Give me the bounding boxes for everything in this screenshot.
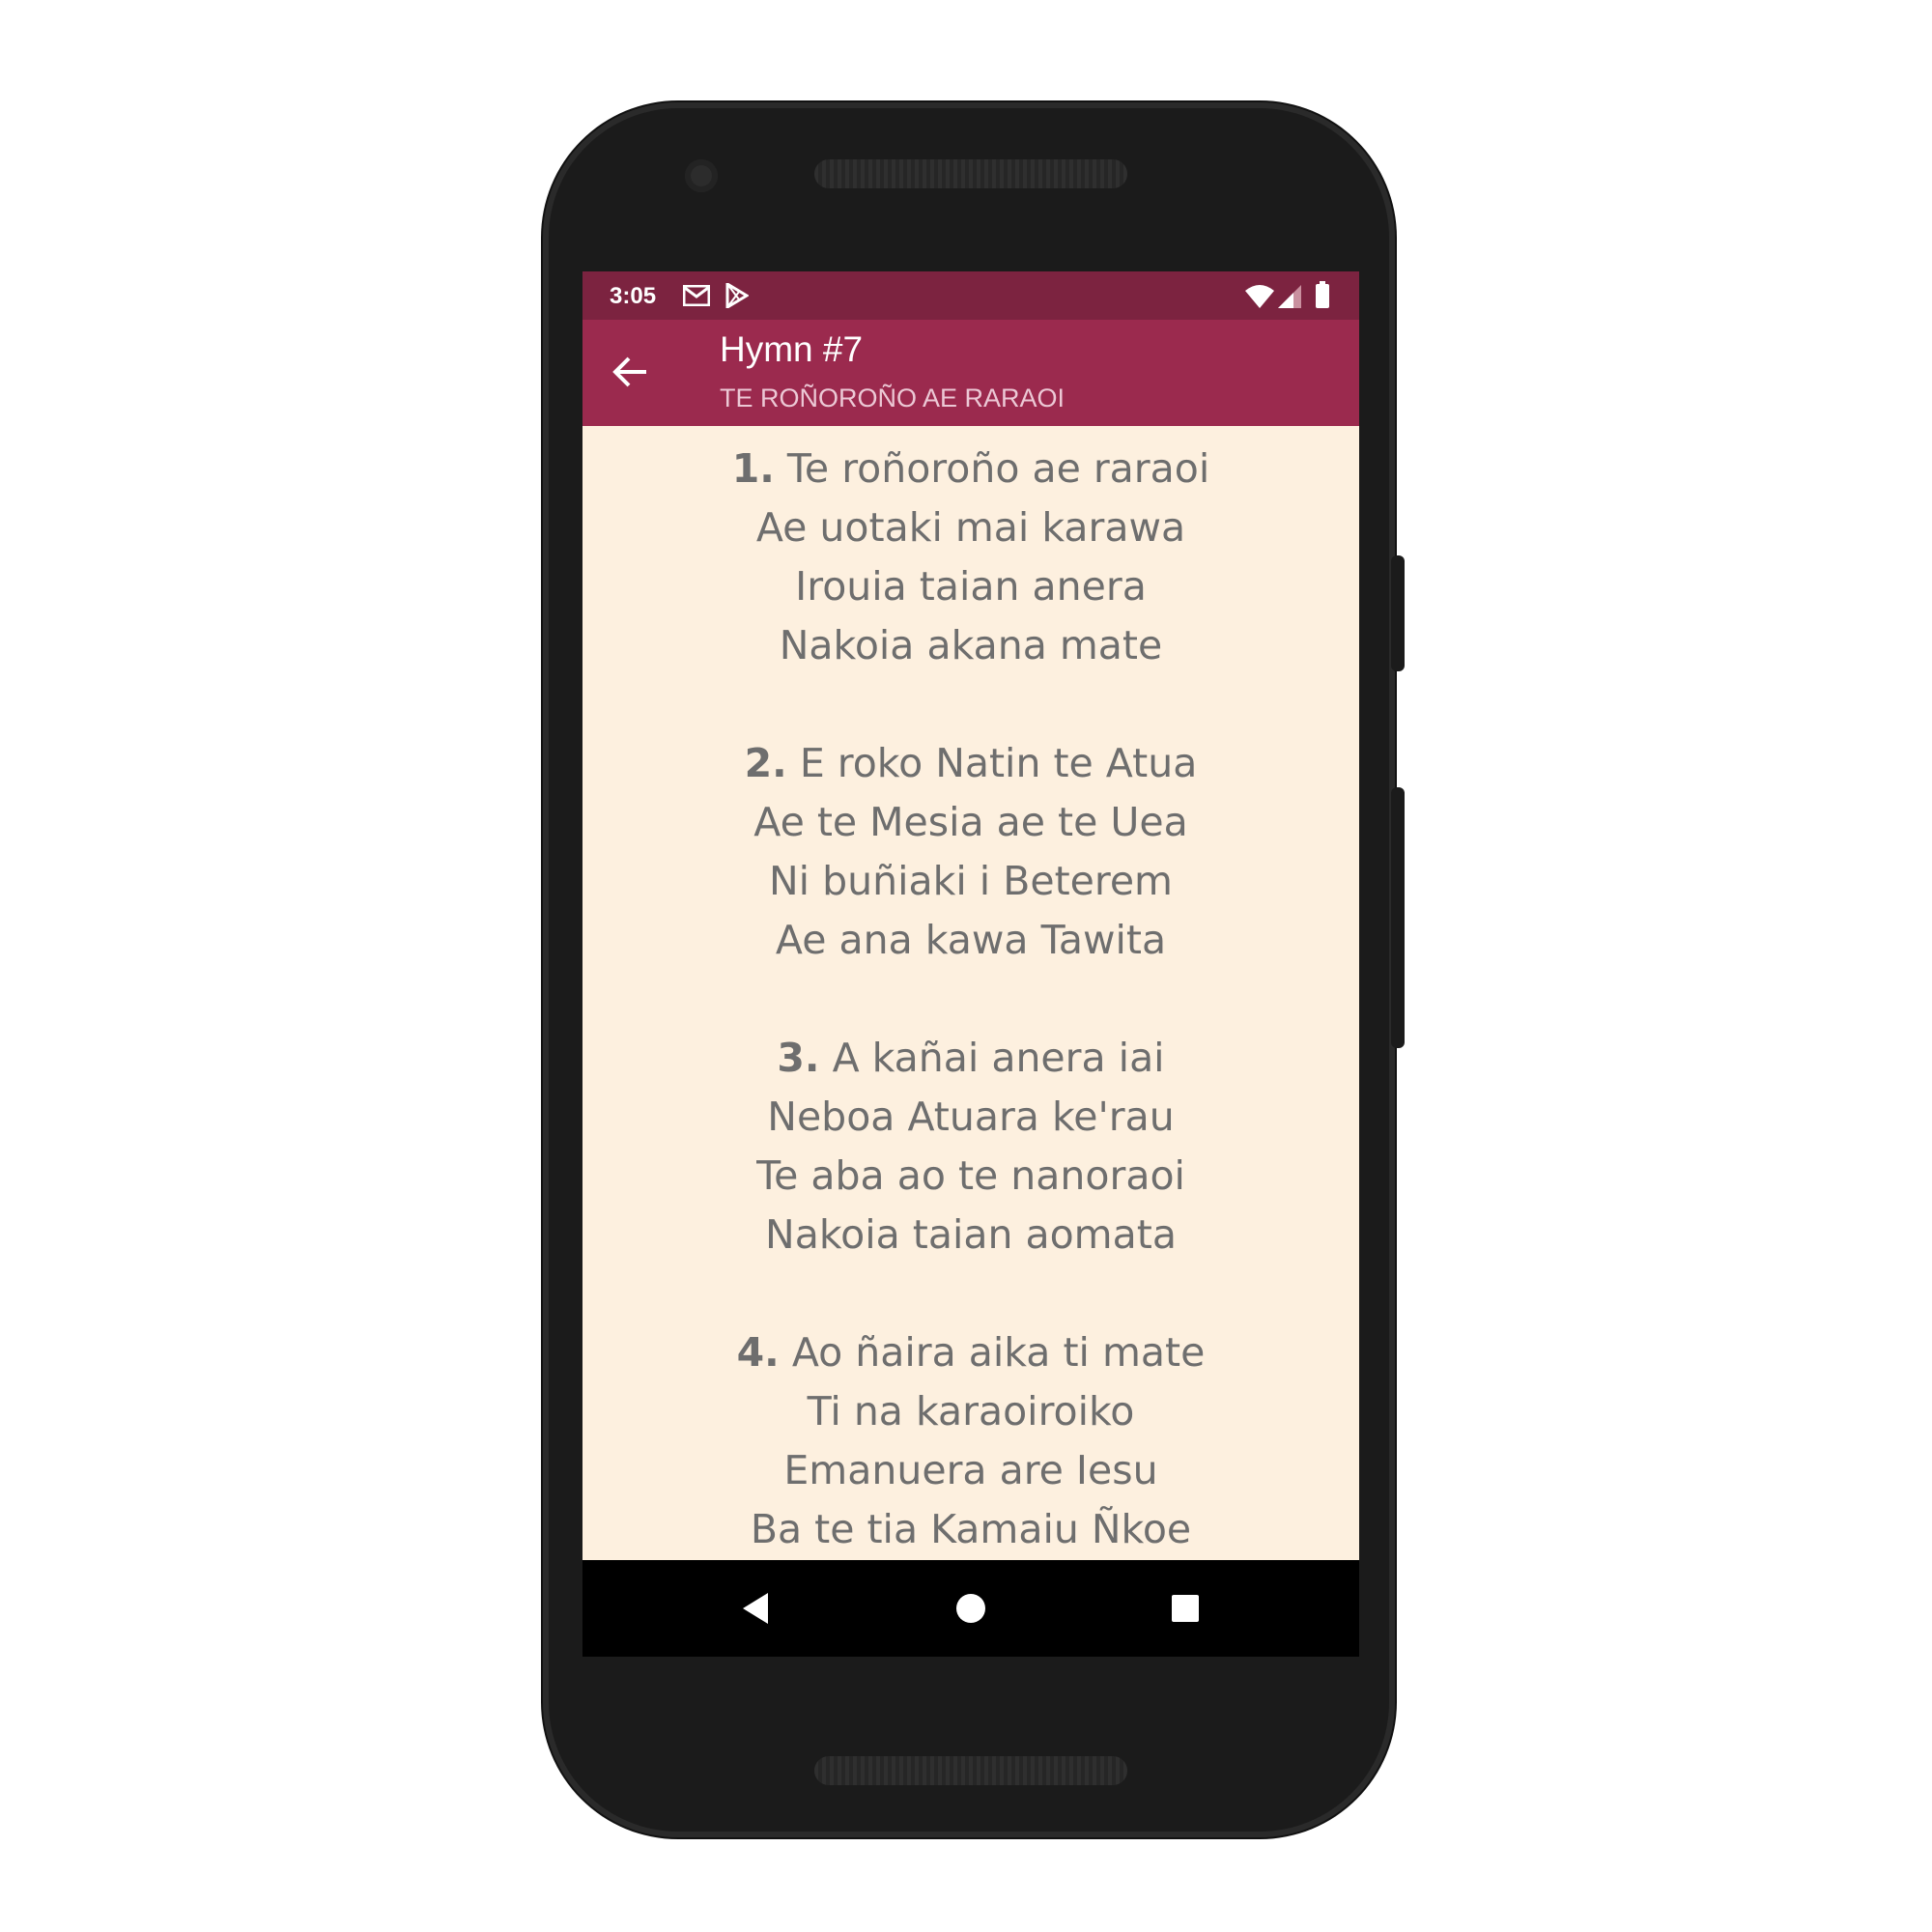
navigation-bar <box>582 1560 1359 1657</box>
verse-number: 3. <box>777 1035 820 1081</box>
status-bar: 3:05 <box>582 271 1359 320</box>
bottom-speaker <box>814 1756 1127 1785</box>
verse-line: Ae te Mesia ae te Uea <box>753 799 1188 845</box>
verse-2: 2. E roko Natin te Atua Ae te Mesia ae t… <box>582 734 1359 970</box>
verse-number: 2. <box>744 740 787 786</box>
back-triangle-icon[interactable] <box>737 1589 776 1628</box>
verse-line: Irouia taian anera <box>795 563 1147 610</box>
verse-line: Emanuera are Iesu <box>783 1447 1158 1493</box>
play-store-icon <box>725 283 749 308</box>
volume-rocker <box>1391 787 1405 1048</box>
app-bar: Hymn #7 TE ROÑOROÑO AE RARAOI <box>582 320 1359 426</box>
verse-line: Neboa Atuara ke'rau <box>767 1094 1175 1140</box>
verse-4: 4. Ao ñaira aika ti mate Ti na karaoiroi… <box>582 1323 1359 1559</box>
battery-icon <box>1316 281 1329 308</box>
status-time: 3:05 <box>610 283 657 309</box>
front-camera <box>685 159 718 192</box>
verse-number: 4. <box>736 1329 780 1376</box>
verse-line: Ni buñiaki i Beterem <box>769 858 1173 904</box>
verse-line-text: E roko Natin te Atua <box>799 740 1198 786</box>
verse-line: Ti na karaoiroiko <box>807 1388 1135 1435</box>
verse-line: 1. Te roñoroño ae raraoi <box>582 440 1359 498</box>
verse-list: 1. Te roñoroño ae raraoi Ae uotaki mai k… <box>582 426 1359 1559</box>
verse-line: Ae uotaki mai karawa <box>755 504 1186 551</box>
verse-line-text: A kañai anera iai <box>832 1035 1165 1081</box>
verse-number: 1. <box>731 445 775 492</box>
wifi-icon <box>1245 285 1274 308</box>
verse-line-text: Te roñoroño ae raraoi <box>786 445 1210 492</box>
gmail-icon <box>683 285 710 306</box>
verse-line: 4. Ao ñaira aika ti mate <box>582 1323 1359 1382</box>
phone-screen: 3:05 Hymn #7 TE ROÑOROÑO AE RARAOI 1. Te… <box>582 271 1359 1657</box>
verse-line: Ba te tia Kamaiu Ñkoe <box>750 1506 1192 1552</box>
home-circle-icon[interactable] <box>952 1589 990 1628</box>
verse-line: Te aba ao te nanoraoi <box>756 1152 1185 1199</box>
recents-square-icon[interactable] <box>1166 1589 1205 1628</box>
verse-line: Nakoia akana mate <box>779 622 1163 668</box>
signal-icon <box>1278 285 1301 308</box>
hymn-subtitle: TE ROÑOROÑO AE RARAOI <box>720 384 1065 412</box>
hymn-title: Hymn #7 <box>720 329 864 369</box>
verse-line: Nakoia taian aomata <box>765 1211 1177 1258</box>
power-button <box>1391 555 1405 671</box>
lyrics-content[interactable]: 1. Te roñoroño ae raraoi Ae uotaki mai k… <box>582 426 1359 1560</box>
verse-line: 2. E roko Natin te Atua <box>582 734 1359 793</box>
earpiece-speaker <box>814 159 1127 188</box>
verse-3: 3. A kañai anera iai Neboa Atuara ke'rau… <box>582 1029 1359 1264</box>
verse-line: Ae ana kawa Tawita <box>775 917 1167 963</box>
verse-line-text: Ao ñaira aika ti mate <box>791 1329 1206 1376</box>
verse-line: 3. A kañai anera iai <box>582 1029 1359 1088</box>
verse-1: 1. Te roñoroño ae raraoi Ae uotaki mai k… <box>582 440 1359 675</box>
arrow-back-icon[interactable] <box>610 351 652 393</box>
